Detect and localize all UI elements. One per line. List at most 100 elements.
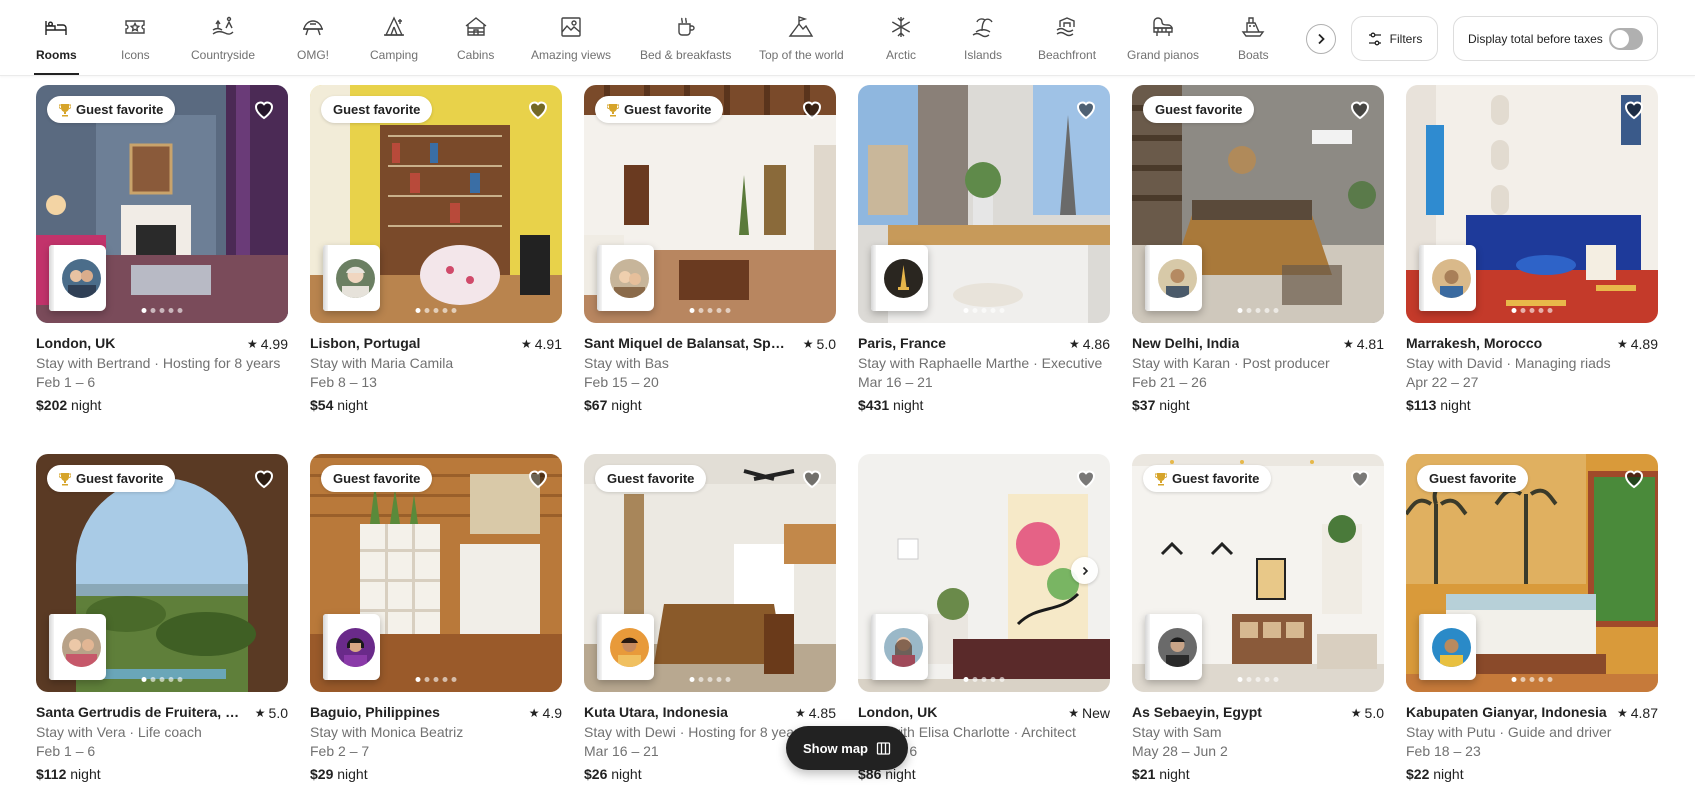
badge-label: Guest favorite <box>607 471 695 486</box>
listing-photo[interactable] <box>858 454 1110 692</box>
show-map-button[interactable]: Show map <box>786 726 908 770</box>
listing-info: As Sebaeyin, Egypt ★ 5.0 Stay with Sam Ma… <box>1132 703 1384 784</box>
category-label: Icons <box>121 48 150 62</box>
host-card <box>1145 614 1202 680</box>
category-label: Islands <box>964 48 1003 62</box>
category-amazing-views[interactable]: Amazing views <box>531 14 611 76</box>
listing-host: Stay with Sam <box>1132 724 1222 740</box>
photo-pagination-dots <box>415 677 457 682</box>
star-icon: ★ <box>1350 706 1362 720</box>
listing-photo[interactable]: Guest favorite <box>36 85 288 323</box>
host-avatar <box>1158 628 1197 667</box>
category-rooms[interactable]: Rooms <box>34 14 79 76</box>
star-icon: ★ <box>1616 706 1628 720</box>
listing-photo[interactable]: Guest favorite <box>1132 85 1384 323</box>
wishlist-button[interactable] <box>800 97 824 121</box>
host-card <box>1419 614 1476 680</box>
grand-pianos-icon <box>1150 14 1176 40</box>
listing-location: London, UK <box>36 335 116 351</box>
category-icons[interactable]: Icons <box>121 14 150 76</box>
star-icon: ★ <box>254 706 266 720</box>
category-islands[interactable]: Islands <box>964 14 1002 76</box>
listing-location: Kuta Utara, Indonesia <box>584 704 728 720</box>
category-arctic[interactable]: Arctic <box>886 14 916 76</box>
host-card <box>1145 245 1202 311</box>
category-bed-and-breakfasts[interactable]: Bed & breakfasts <box>640 14 731 76</box>
listing-card[interactable]: Guest favorite Kabupaten Gianyar, Indone… <box>1406 454 1658 784</box>
category-camping[interactable]: Camping <box>370 14 418 76</box>
listing-price: $22 night <box>1406 766 1464 782</box>
filters-button[interactable]: Filters <box>1351 16 1438 61</box>
wishlist-button[interactable] <box>1348 97 1372 121</box>
star-icon: ★ <box>1068 337 1080 351</box>
badge-label: Guest favorite <box>1155 102 1243 117</box>
category-countryside[interactable]: Countryside <box>191 14 255 76</box>
listing-card[interactable]: Guest favorite Sant Miquel de Balansat, … <box>584 85 836 415</box>
host-avatar <box>610 628 649 667</box>
wishlist-button[interactable] <box>800 466 824 490</box>
listing-card[interactable]: Guest favorite Lisbon, Portugal ★ 4.91 St… <box>310 85 562 415</box>
category-boats[interactable]: Boats <box>1238 14 1269 76</box>
listing-photo[interactable]: Guest favorite <box>310 454 562 692</box>
wishlist-button[interactable] <box>526 466 550 490</box>
listing-card[interactable]: Guest favorite Santa Gertrudis de Fruite… <box>36 454 288 784</box>
listing-card[interactable]: Guest favorite New Delhi, India ★ 4.81 St… <box>1132 85 1384 415</box>
trophy-icon <box>607 103 619 116</box>
wishlist-button[interactable] <box>1074 466 1098 490</box>
taxes-toggle[interactable] <box>1609 28 1643 50</box>
listing-info: Santa Gertrudis de Fruitera, S... ★ 5.0 S… <box>36 703 288 784</box>
host-card <box>323 245 380 311</box>
listing-host: Stay with Maria Camila <box>310 355 454 371</box>
category-beachfront[interactable]: Beachfront <box>1038 14 1096 76</box>
listing-card[interactable]: Guest favorite Baguio, Philippines ★ 4.9 … <box>310 454 562 784</box>
guest-favorite-badge: Guest favorite <box>1143 96 1255 123</box>
guest-favorite-badge: Guest favorite <box>595 96 724 123</box>
photo-next-button[interactable] <box>1071 557 1098 584</box>
heart-icon <box>1624 470 1644 489</box>
wishlist-button[interactable] <box>1622 97 1646 121</box>
listing-card[interactable]: Guest favorite As Sebaeyin, Egypt ★ 5.0 S… <box>1132 454 1384 784</box>
listing-location: Marrakesh, Morocco <box>1406 335 1543 351</box>
category-cabins[interactable]: Cabins <box>457 14 494 76</box>
listing-photo[interactable] <box>1406 85 1658 323</box>
photo-pagination-dots <box>1511 677 1553 682</box>
chevron-right-icon <box>1082 566 1088 575</box>
taxes-label: Display total before taxes <box>1468 31 1603 46</box>
categories-next-button[interactable] <box>1306 24 1336 54</box>
wishlist-button[interactable] <box>252 466 276 490</box>
star-icon: ★ <box>1068 706 1079 720</box>
guest-favorite-badge: Guest favorite <box>47 96 176 123</box>
guest-favorite-badge: Guest favorite <box>321 96 433 123</box>
host-card <box>597 245 654 311</box>
category-grand-pianos[interactable]: Grand pianos <box>1127 14 1199 76</box>
listing-photo[interactable]: Guest favorite <box>310 85 562 323</box>
host-card <box>871 614 928 680</box>
trophy-icon <box>59 103 71 116</box>
trophy-icon <box>59 472 71 485</box>
listing-card[interactable]: Marrakesh, Morocco ★ 4.89 Stay with David… <box>1406 85 1658 415</box>
listing-dates: Feb 21 – 26 <box>1132 374 1207 390</box>
listing-location: Lisbon, Portugal <box>310 335 421 351</box>
listing-photo[interactable]: Guest favorite <box>584 454 836 692</box>
photo-pagination-dots <box>1237 677 1279 682</box>
listing-host: Stay with Karan · Post producer <box>1132 355 1330 371</box>
wishlist-button[interactable] <box>1622 466 1646 490</box>
listing-photo[interactable] <box>858 85 1110 323</box>
wishlist-button[interactable] <box>1074 97 1098 121</box>
listing-photo[interactable]: Guest favorite <box>1132 454 1384 692</box>
listing-card[interactable]: Guest favorite London, UK ★ 4.99 Stay wit… <box>36 85 288 415</box>
listing-photo[interactable]: Guest favorite <box>36 454 288 692</box>
listing-card[interactable]: Paris, France ★ 4.86 Stay with Raphaelle … <box>858 85 1110 415</box>
wishlist-button[interactable] <box>526 97 550 121</box>
wishlist-button[interactable] <box>1348 466 1372 490</box>
amazing-views-icon <box>558 14 584 40</box>
category-label: Camping <box>370 48 419 62</box>
category-top-of-the-world[interactable]: Top of the world <box>759 14 844 76</box>
listing-photo[interactable]: Guest favorite <box>584 85 836 323</box>
listing-photo[interactable]: Guest favorite <box>1406 454 1658 692</box>
wishlist-button[interactable] <box>252 97 276 121</box>
photo-pagination-dots <box>963 308 1005 313</box>
category-omg[interactable]: OMG! <box>297 14 329 76</box>
listing-rating: ★ New <box>1068 705 1110 721</box>
map-icon <box>876 741 891 756</box>
